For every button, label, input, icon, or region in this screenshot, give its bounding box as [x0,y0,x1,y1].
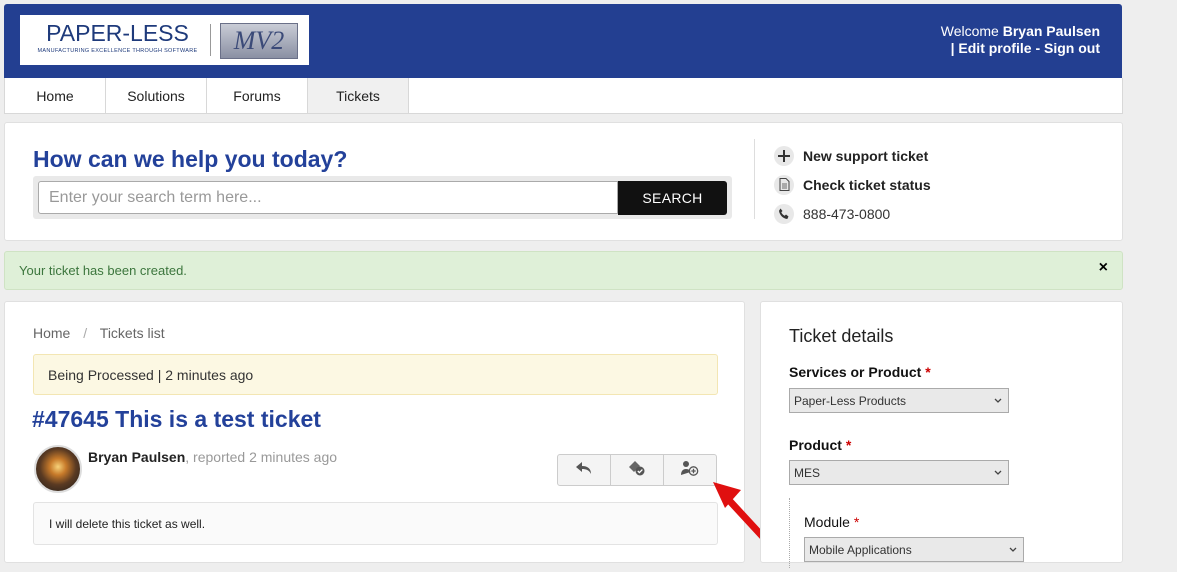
product-label-text: Product [789,437,842,453]
success-alert: Your ticket has been created. × [4,251,1123,290]
breadcrumb: Home / Tickets list [33,325,165,341]
services-product-value: Paper-Less Products [794,394,907,408]
nav-tickets[interactable]: Tickets [308,78,409,113]
required-asterisk: * [845,437,852,453]
breadcrumb-separator: / [83,325,88,341]
new-ticket-link[interactable]: New support ticket [774,141,931,170]
site-header: PAPER-LESS MANUFACTURING EXCELLENCE THRO… [4,4,1122,78]
plus-icon [774,145,794,166]
reporter-line: Bryan Paulsen, reported 2 minutes ago [88,449,337,465]
help-panel: How can we help you today? SEARCH New su… [4,122,1123,241]
module-select[interactable]: Mobile Applications [804,537,1024,562]
alert-message: Your ticket has been created. [19,263,187,278]
logo-tagline: MANUFACTURING EXCELLENCE THROUGH SOFTWAR… [37,48,198,54]
reply-button[interactable] [558,455,611,485]
module-value: Mobile Applications [809,543,912,557]
ticket-title: #47645 This is a test ticket [32,406,321,432]
ticket-action-group [557,454,717,486]
product-label: Product * [789,437,851,453]
breadcrumb-home[interactable]: Home [33,325,70,341]
product-select[interactable]: MES [789,460,1009,485]
sign-out-link[interactable]: Sign out [1044,40,1100,56]
chevron-down-icon [1009,538,1017,572]
quick-links: New support ticket Check ticket status 8… [774,141,931,228]
phone-icon [774,203,794,224]
reported-time: , reported 2 minutes ago [185,449,338,465]
logo-divider [210,24,211,56]
ticket-details-card: Ticket details Services or Product * Pape… [760,301,1123,568]
close-ticket-button[interactable] [611,455,664,485]
product-value: MES [794,466,821,480]
phone-number: 888-473-0800 [803,205,891,222]
welcome-user-name: Bryan Paulsen [1002,23,1100,39]
services-product-select[interactable]: Paper-Less Products [789,388,1009,413]
close-icon[interactable]: × [1099,259,1108,277]
comment-text: I will delete this ticket as well. [49,517,206,531]
ticket-comment: I will delete this ticket as well. [33,502,718,545]
paperless-logo[interactable]: PAPER-LESS MANUFACTURING EXCELLENCE THRO… [20,15,309,65]
panel-divider [754,139,755,219]
chevron-down-icon [994,461,1002,495]
check-status-label: Check ticket status [803,176,931,193]
ticket-card: Home / Tickets list Being Processed | 2 … [4,301,745,563]
mv2-logo: MV2 [220,23,298,59]
ticket-status-text: Being Processed | 2 minutes ago [48,367,254,383]
add-user-icon [680,460,700,481]
new-ticket-label: New support ticket [803,147,929,164]
nav-solutions[interactable]: Solutions [106,78,207,113]
document-icon [774,174,794,195]
chevron-down-icon [994,389,1002,423]
ticket-check-icon [627,460,647,481]
welcome-label: Welcome [940,23,999,39]
ticket-details-title: Ticket details [789,326,894,346]
breadcrumb-tickets-list[interactable]: Tickets list [100,325,165,341]
welcome-block: Welcome Bryan Paulsen | Edit profile - S… [941,23,1100,57]
main-nav: Home Solutions Forums Tickets [4,78,1123,114]
services-product-label-text: Services or Product [789,364,922,380]
services-product-label: Services or Product * [789,364,931,380]
module-label: Module * [804,514,859,530]
search-input[interactable] [38,181,618,214]
required-asterisk: * [853,514,860,530]
welcome-dash: - [1035,40,1041,56]
reporter-name: Bryan Paulsen [88,449,186,465]
edit-profile-link[interactable]: Edit profile [958,40,1031,56]
logo-wordmark: PAPER-LESS [46,20,189,46]
search-button[interactable]: SEARCH [618,181,727,215]
search-box: SEARCH [33,176,732,219]
required-asterisk: * [925,364,931,380]
module-label-text: Module [804,514,850,530]
check-status-link[interactable]: Check ticket status [774,170,931,199]
welcome-separator: | [950,40,955,56]
phone-row: 888-473-0800 [774,199,931,228]
module-indent-guide [789,498,791,568]
nav-home[interactable]: Home [5,78,106,113]
ticket-status-bar: Being Processed | 2 minutes ago [33,354,718,395]
reply-icon [575,461,593,480]
avatar [34,445,82,493]
help-title: How can we help you today? [33,146,348,172]
nav-forums[interactable]: Forums [207,78,308,113]
